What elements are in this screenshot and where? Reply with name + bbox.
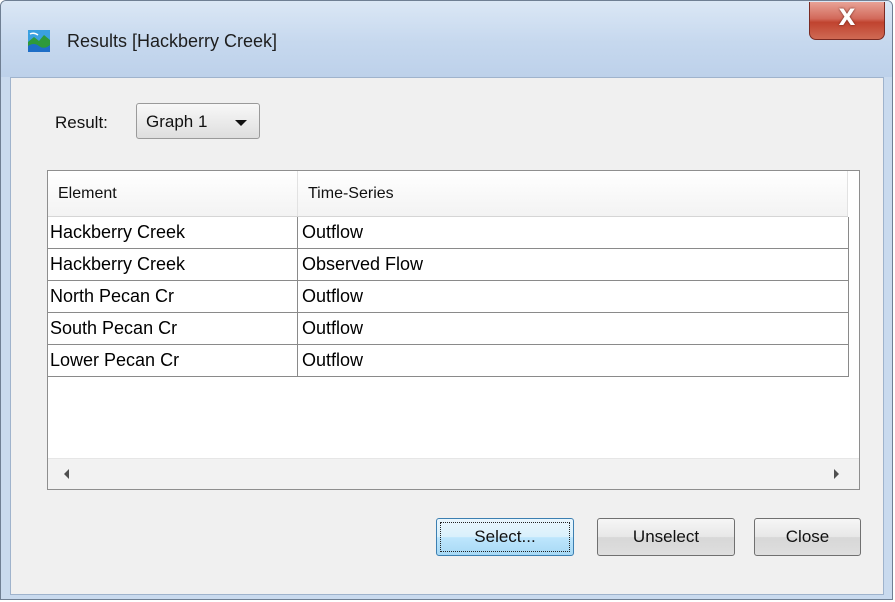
cell-time-series[interactable]: Outflow [298, 313, 849, 345]
table-header: Element Time-Series [48, 171, 848, 217]
table-row[interactable]: Hackberry Creek Outflow [48, 217, 849, 249]
table-row[interactable]: Lower Pecan Cr Outflow [48, 345, 849, 377]
close-button[interactable]: Close [754, 518, 861, 556]
column-header-element[interactable]: Element [48, 171, 298, 216]
cell-element[interactable]: Lower Pecan Cr [48, 345, 298, 377]
results-table: Element Time-Series Hackberry Creek Outf… [47, 170, 860, 490]
table-body: Hackberry Creek Outflow Hackberry Creek … [48, 217, 849, 377]
table-row[interactable]: Hackberry Creek Observed Flow [48, 249, 849, 281]
unselect-button[interactable]: Unselect [597, 518, 735, 556]
window-title: Results [Hackberry Creek] [67, 31, 278, 51]
close-button-label: Close [785, 527, 830, 546]
result-dropdown[interactable]: Graph 1 [136, 103, 260, 139]
title-bar[interactable]: Results [Hackberry Creek] X [1, 1, 892, 77]
results-dialog: Results [Hackberry Creek] X Result: Grap… [0, 0, 893, 600]
dialog-content: Result: Graph 1 Element Time-Series Hack… [10, 77, 884, 595]
cell-element[interactable]: Hackberry Creek [48, 217, 298, 249]
table-row[interactable]: North Pecan Cr Outflow [48, 281, 849, 313]
scroll-right-icon[interactable] [834, 469, 839, 479]
focus-rectangle [440, 522, 570, 552]
result-label: Result: [55, 113, 108, 132]
chevron-down-icon [235, 120, 247, 126]
hms-landscape-icon [28, 30, 50, 52]
unselect-button-label: Unselect [632, 527, 700, 546]
result-dropdown-value: Graph 1 [146, 112, 208, 131]
column-header-time-series[interactable]: Time-Series [298, 171, 848, 216]
cell-time-series[interactable]: Outflow [298, 217, 849, 249]
cell-element[interactable]: Hackberry Creek [48, 249, 298, 281]
cell-time-series[interactable]: Outflow [298, 281, 849, 313]
cell-time-series[interactable]: Observed Flow [298, 249, 849, 281]
horizontal-scrollbar[interactable] [48, 458, 859, 489]
select-button[interactable]: Select... [436, 518, 574, 556]
scroll-left-icon[interactable] [64, 469, 69, 479]
table-row[interactable]: South Pecan Cr Outflow [48, 313, 849, 345]
close-icon: X [838, 6, 856, 31]
window-close-button[interactable]: X [809, 2, 885, 40]
cell-element[interactable]: North Pecan Cr [48, 281, 298, 313]
cell-element[interactable]: South Pecan Cr [48, 313, 298, 345]
cell-time-series[interactable]: Outflow [298, 345, 849, 377]
